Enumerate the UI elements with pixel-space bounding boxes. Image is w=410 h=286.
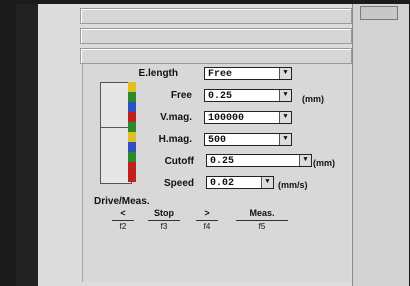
cutoff-select[interactable]: 0.25 ▼ xyxy=(206,154,312,167)
free-unit: (mm) xyxy=(302,94,324,104)
e-length-label: E.length xyxy=(138,68,178,79)
v-mag-label: V.mag. xyxy=(160,112,192,123)
f4-key-label: f4 xyxy=(203,222,211,231)
f2-key-label: f2 xyxy=(119,222,127,231)
f3-key-label: f3 xyxy=(160,222,168,231)
move-left-button[interactable]: < xyxy=(112,208,134,221)
top-bar-1 xyxy=(80,8,352,24)
drive-meas-title: Drive/Meas. xyxy=(94,196,150,207)
f5-key-label: f5 xyxy=(258,222,266,231)
free-select[interactable]: 0.25 ▼ xyxy=(204,89,292,102)
chevron-down-icon[interactable]: ▼ xyxy=(279,112,291,123)
speed-label: Speed xyxy=(163,178,194,189)
cutoff-label: Cutoff xyxy=(164,156,194,167)
top-bar-3 xyxy=(80,48,352,64)
scale-segment xyxy=(128,102,136,112)
right-panel xyxy=(352,4,409,286)
chevron-down-icon[interactable]: ▼ xyxy=(261,177,273,188)
monitor-bezel xyxy=(16,4,38,286)
e-length-select[interactable]: Free ▼ xyxy=(204,67,292,80)
chevron-down-icon[interactable]: ▼ xyxy=(279,90,291,101)
indicator-center-line xyxy=(101,127,131,128)
scale-segment xyxy=(128,122,136,132)
chevron-down-icon[interactable]: ▼ xyxy=(279,68,291,79)
stop-button[interactable]: Stop xyxy=(148,208,180,221)
meas-button[interactable]: Meas. xyxy=(236,208,288,221)
speed-select[interactable]: 0.02 ▼ xyxy=(206,176,274,189)
right-panel-button[interactable] xyxy=(360,6,398,20)
free-label: Free xyxy=(170,90,192,101)
top-bar-2 xyxy=(80,28,352,44)
cutoff-unit: (mm) xyxy=(313,158,335,168)
h-mag-select[interactable]: 500 ▼ xyxy=(204,133,292,146)
move-right-button[interactable]: > xyxy=(196,208,218,221)
h-mag-label: H.mag. xyxy=(158,134,192,145)
speed-unit: (mm/s) xyxy=(278,180,308,190)
chevron-down-icon[interactable]: ▼ xyxy=(299,155,311,166)
chevron-down-icon[interactable]: ▼ xyxy=(279,134,291,145)
v-mag-select[interactable]: 100000 ▼ xyxy=(204,111,292,124)
